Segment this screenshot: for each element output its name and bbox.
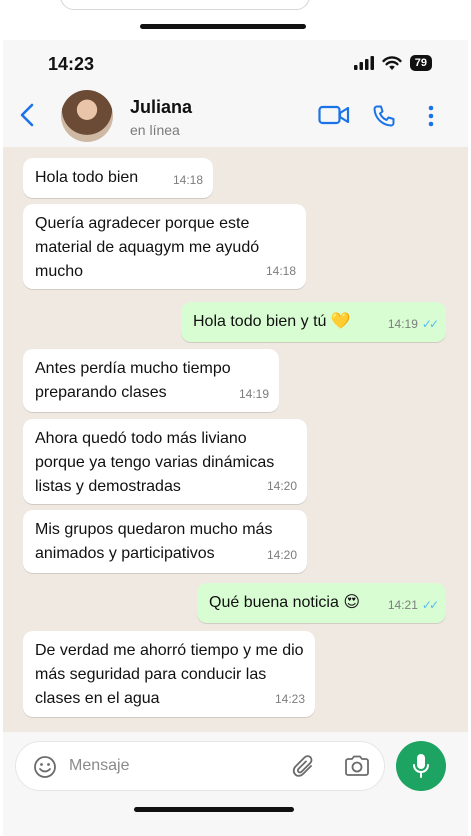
- message-meta: 14:23: [275, 687, 305, 711]
- message-meta: 14:21 ✓✓: [387, 593, 439, 617]
- message-time: 14:18: [265, 264, 296, 278]
- message-bubble-outgoing[interactable]: Qué buena noticia 😍 14:21 ✓✓: [197, 583, 446, 623]
- message-time: 14:21: [387, 598, 418, 612]
- video-call-icon[interactable]: [318, 104, 350, 126]
- message-input[interactable]: Mensaje: [15, 741, 385, 791]
- more-options-icon[interactable]: [427, 104, 435, 128]
- message-time: 14:20: [266, 479, 297, 493]
- message-text: Mis grupos quedaron mucho más animados y…: [35, 521, 273, 562]
- wifi-icon: [382, 55, 402, 70]
- back-arrow-icon[interactable]: [13, 100, 43, 130]
- message-text: Antes perdía mucho tiempo preparando cla…: [35, 360, 231, 401]
- message-time: 14:18: [172, 173, 203, 187]
- message-bubble-outgoing[interactable]: Hola todo bien y tú 💛 14:19 ✓✓: [181, 302, 446, 342]
- message-bubble-incoming[interactable]: Hola todo bien 14:18: [23, 158, 213, 198]
- message-bubble-incoming[interactable]: Quería agradecer porque este material de…: [23, 204, 306, 289]
- signal-icon: [353, 56, 374, 70]
- home-indicator[interactable]: [134, 807, 294, 812]
- phone-call-icon[interactable]: [372, 104, 396, 128]
- message-time: 14:23: [274, 692, 305, 706]
- status-time: 14:23: [48, 54, 95, 74]
- battery-indicator: 79: [409, 55, 432, 71]
- message-meta: 14:19 ✓✓: [387, 312, 439, 336]
- message-meta: 14:18: [173, 168, 203, 192]
- contact-status: en línea: [130, 122, 180, 138]
- status-bar: 14:23 79: [3, 40, 468, 90]
- message-time: 14:19: [238, 387, 269, 401]
- voice-message-button[interactable]: [396, 741, 446, 791]
- previous-screen-remnant: [0, 0, 471, 40]
- message-time: 14:19: [387, 317, 418, 331]
- message-text: Ahora quedó todo más liviano porque ya t…: [35, 430, 275, 495]
- message-text: De verdad me ahorró tiempo y me dio más …: [35, 642, 304, 707]
- message-meta: 14:20: [267, 543, 297, 567]
- message-bubble-incoming[interactable]: Mis grupos quedaron mucho más animados y…: [23, 510, 307, 573]
- message-text: Quería agradecer porque este material de…: [35, 215, 260, 280]
- previous-search-pill: [60, 0, 310, 10]
- camera-icon[interactable]: [344, 755, 370, 777]
- microphone-icon: [413, 754, 429, 778]
- attachment-icon[interactable]: [292, 754, 316, 780]
- contact-name[interactable]: Juliana: [130, 97, 192, 118]
- message-input-placeholder: Mensaje: [69, 757, 130, 774]
- message-meta: 14:18: [266, 259, 296, 283]
- read-receipt-icon: ✓✓: [421, 317, 439, 331]
- read-receipt-icon: ✓✓: [421, 598, 439, 612]
- chat-screen: 14:23 79 Juliana en línea Hola todo bien…: [3, 40, 468, 836]
- message-meta: 14:20: [267, 474, 297, 498]
- contact-avatar[interactable]: [61, 90, 113, 142]
- message-time: 14:20: [266, 548, 297, 562]
- previous-home-indicator: [140, 24, 306, 29]
- emoji-icon[interactable]: [33, 755, 57, 779]
- composer-bar: Mensaje: [3, 732, 468, 836]
- message-bubble-incoming[interactable]: Antes perdía mucho tiempo preparando cla…: [23, 349, 279, 412]
- status-icons: 79: [353, 55, 432, 71]
- message-bubble-incoming[interactable]: Ahora quedó todo más liviano porque ya t…: [23, 419, 307, 504]
- chat-messages-area[interactable]: Hola todo bien 14:18 Quería agradecer po…: [3, 147, 468, 732]
- message-bubble-incoming[interactable]: De verdad me ahorró tiempo y me dio más …: [23, 631, 315, 717]
- message-meta: 14:19: [239, 382, 269, 406]
